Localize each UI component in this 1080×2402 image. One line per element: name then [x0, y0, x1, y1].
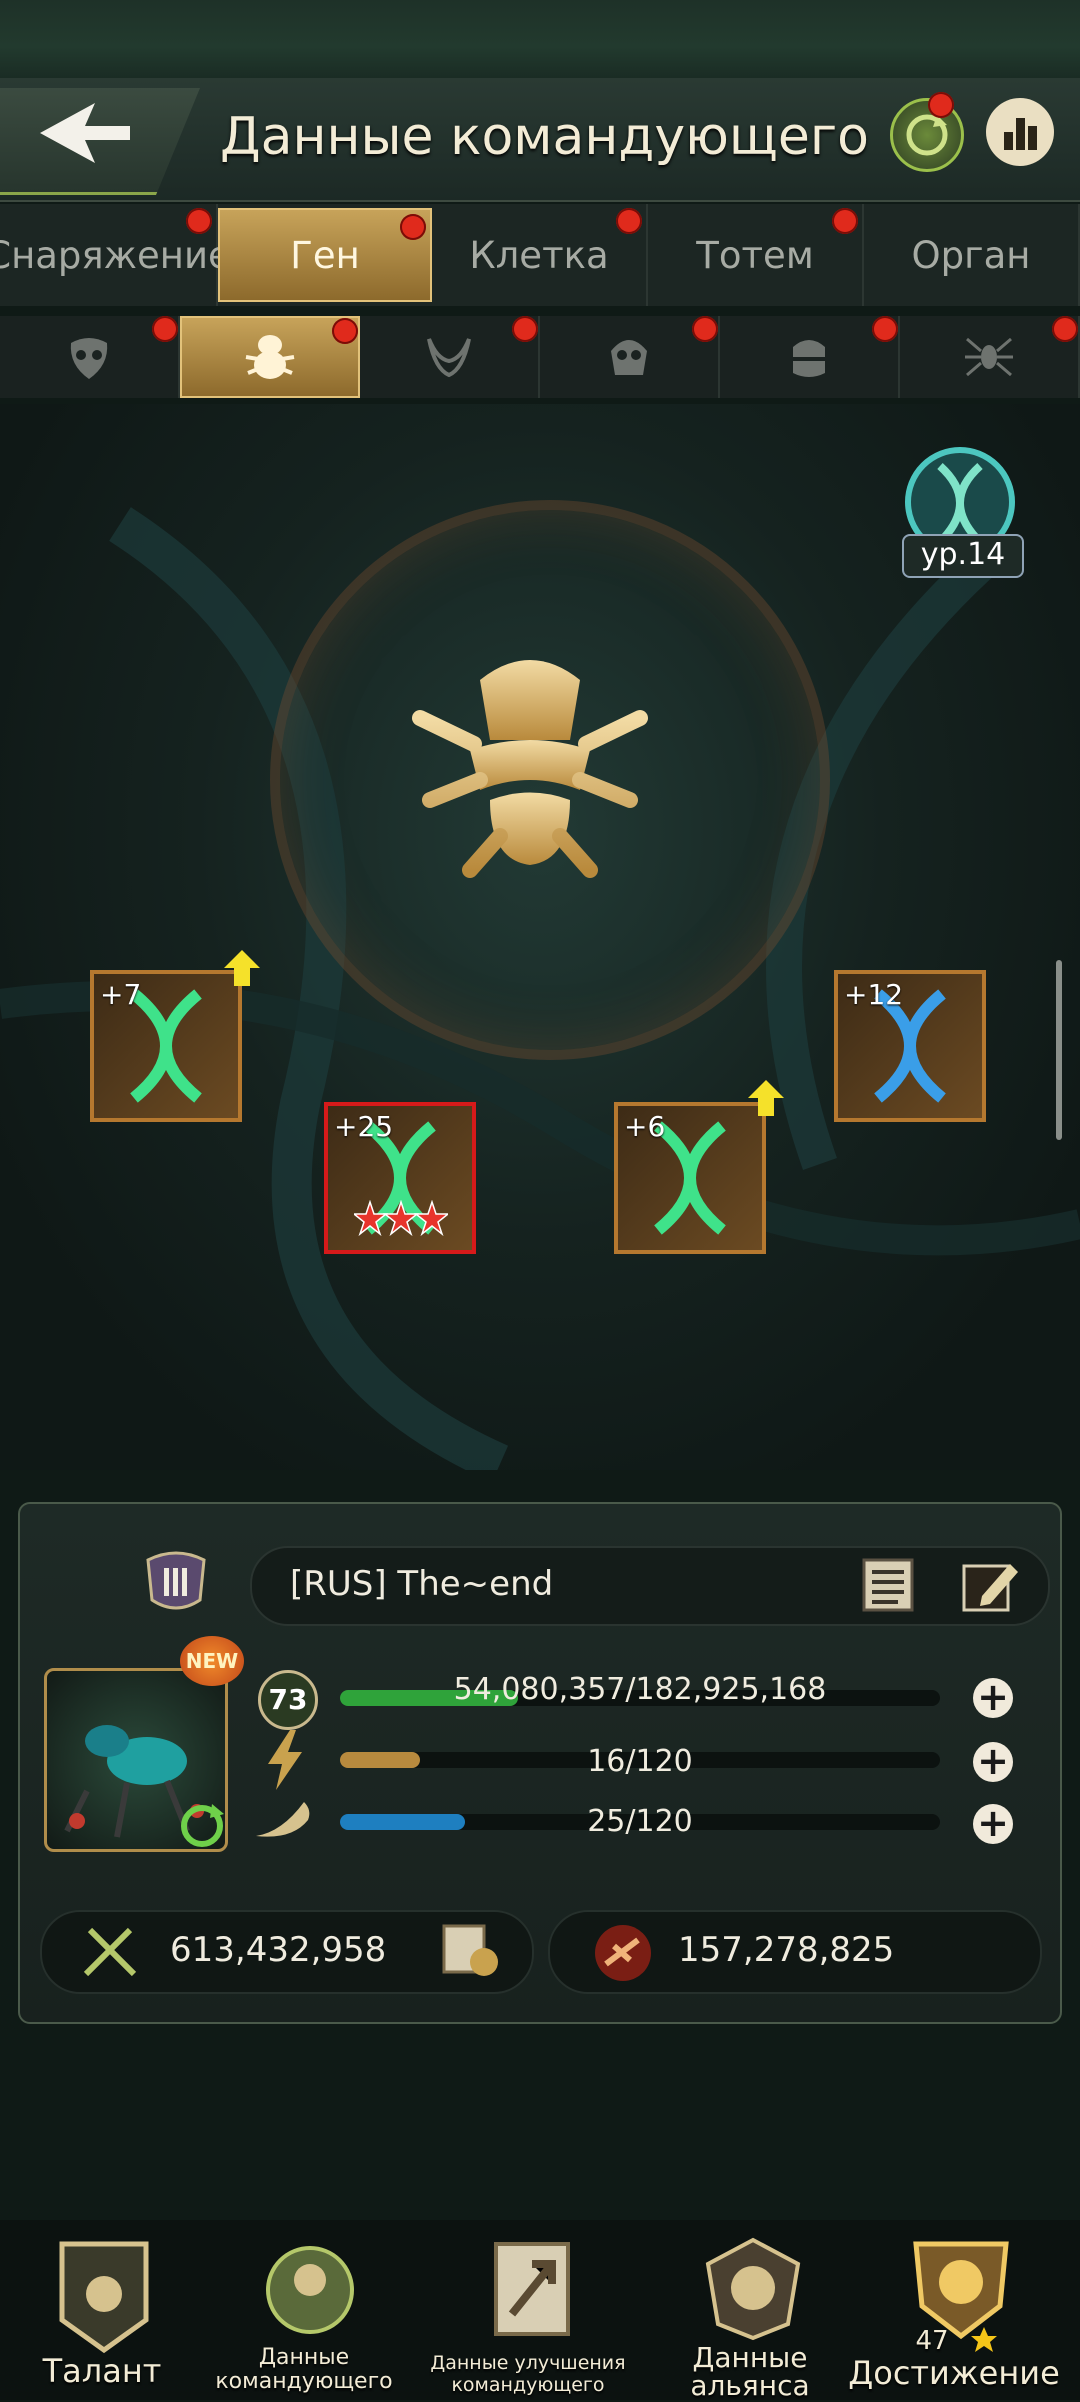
notification-dot: [332, 318, 358, 344]
slot-bonus: +12: [844, 978, 904, 1011]
nav-label: Данные альянса: [690, 2341, 810, 2402]
back-arrow-icon[interactable]: [40, 98, 130, 168]
player-name: [RUS] The~end: [290, 1564, 554, 1604]
add-exp-button[interactable]: +: [973, 1678, 1013, 1718]
notification-dot: [872, 316, 898, 342]
slot-bonus: +6: [624, 1110, 666, 1143]
level-badge: 73: [258, 1670, 318, 1730]
gene-slot[interactable]: +12: [834, 970, 986, 1122]
tab-gene[interactable]: Ген: [218, 208, 433, 302]
nav-commander-data[interactable]: Данные командующего: [204, 2220, 404, 2400]
tab-label: Тотем: [696, 233, 814, 277]
main-tabs: Снаряжение Ген Клетка Тотем Орган: [0, 204, 1080, 306]
achievement-count: 47: [915, 2326, 949, 2356]
subtab-horns[interactable]: [360, 316, 540, 398]
tab-label: Клетка: [469, 233, 609, 277]
notification-dot: [152, 316, 178, 342]
slot-bonus: +25: [334, 1110, 394, 1143]
commander-data-icon: [266, 2246, 354, 2334]
tab-label: Снаряжение: [0, 233, 231, 277]
alliance-data-icon: [705, 2237, 801, 2341]
crossed-swords-icon: [83, 1927, 137, 1977]
notification-dot: [928, 92, 954, 118]
subtab-skull[interactable]: [540, 316, 720, 398]
notification-dot: [616, 208, 643, 234]
notification-dot: [186, 208, 212, 234]
beetle-emblem-icon: [412, 660, 648, 878]
new-badge: NEW: [180, 1636, 244, 1686]
gene-slot[interactable]: +7: [90, 970, 242, 1122]
slot-bonus: +7: [100, 978, 142, 1011]
kills-value: 157,278,825: [678, 1930, 895, 1970]
tab-totem[interactable]: Тотем: [648, 204, 864, 306]
gene-slot-tabs: [0, 316, 1080, 398]
upgrade-data-icon: [494, 2242, 570, 2336]
top-background: [0, 0, 1080, 78]
nav-alliance-data[interactable]: Данные альянса: [650, 2220, 850, 2400]
notes-icon[interactable]: [858, 1556, 920, 1614]
tab-organ[interactable]: Орган: [864, 204, 1080, 306]
exp-text: 54,080,357/182,925,168: [453, 1672, 827, 1707]
edit-icon[interactable]: [960, 1556, 1022, 1614]
beetle-icon: [245, 335, 295, 379]
subtab-beetle[interactable]: [180, 316, 360, 398]
tab-cell[interactable]: Клетка: [432, 204, 649, 306]
star-icon: [971, 2327, 997, 2352]
nav-label: Данные командующего: [215, 2345, 393, 2394]
tab-label: Ген: [290, 233, 360, 277]
add-energy-button[interactable]: +: [973, 1742, 1013, 1782]
gene-slot[interactable]: +6: [614, 1102, 766, 1254]
horn-icon: [256, 1802, 310, 1837]
gene-level-label: ур.14: [902, 534, 1024, 578]
talent-icon: [59, 2241, 149, 2354]
add-stamina-button[interactable]: +: [973, 1804, 1013, 1844]
page-title: Данные командующего: [220, 107, 869, 167]
subtab-helmet[interactable]: [720, 316, 900, 398]
lightning-icon: [268, 1730, 302, 1790]
mask-icon: [70, 338, 108, 379]
tab-label: Орган: [911, 233, 1031, 277]
notification-dot: [400, 214, 427, 240]
refresh-icon[interactable]: [174, 1798, 230, 1854]
nav-achievement[interactable]: 47 Достижение: [848, 2220, 1064, 2400]
upgrade-arrow-icon: [224, 950, 260, 986]
power-value: 613,432,958: [170, 1930, 387, 1970]
spider-icon: [965, 337, 1013, 377]
notification-dot: [1052, 316, 1078, 342]
nav-talent[interactable]: Талант: [2, 2220, 202, 2400]
history-scroll-icon[interactable]: [436, 1916, 502, 1982]
upgrade-arrow-icon: [748, 1080, 784, 1116]
horns-icon: [427, 338, 471, 378]
subtab-mask[interactable]: [0, 316, 180, 398]
nav-label: Талант: [42, 2352, 162, 2390]
notification-dot: [832, 208, 858, 234]
notification-dot: [512, 316, 538, 342]
subtab-spider[interactable]: [900, 316, 1080, 398]
ranking-icon[interactable]: [986, 98, 1054, 166]
kills-icon: [595, 1925, 651, 1981]
rank-badge-icon: [146, 1551, 206, 1610]
energy-text: 16/120: [587, 1744, 693, 1779]
notification-dot: [692, 316, 718, 342]
helmet-icon: [793, 340, 825, 377]
scrollbar[interactable]: [1056, 960, 1062, 1140]
tab-equipment[interactable]: Снаряжение: [0, 204, 231, 306]
nav-label: Данные улучшения командующего: [430, 2352, 626, 2396]
stamina-text: 25/120: [587, 1804, 693, 1839]
nav-label: Достижение: [848, 2354, 1060, 2392]
nav-upgrade-data[interactable]: Данные улучшения командующего: [428, 2220, 628, 2400]
skull-icon: [611, 340, 647, 375]
three-stars-icon: [354, 1200, 448, 1237]
